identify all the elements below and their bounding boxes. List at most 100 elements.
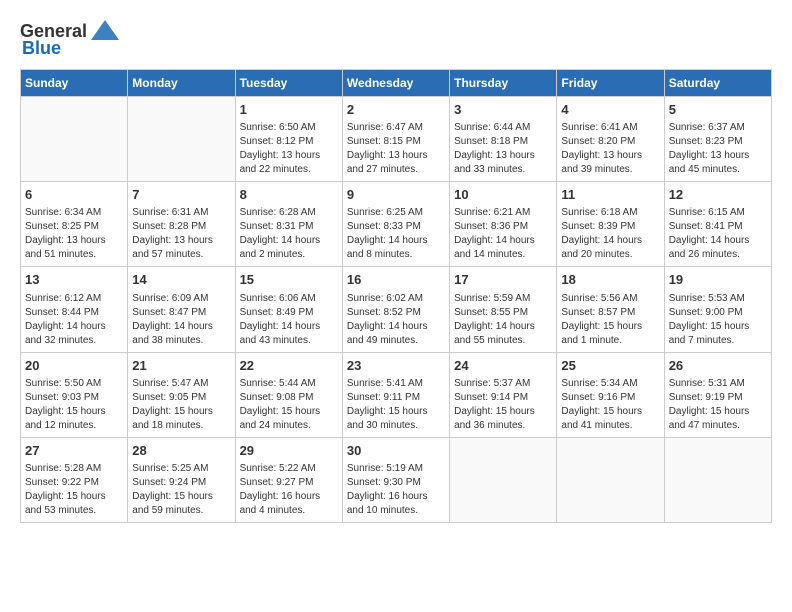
calendar-table: SundayMondayTuesdayWednesdayThursdayFrid…: [20, 69, 772, 523]
sunrise-text: Sunrise: 5:47 AM: [132, 378, 208, 389]
daylight-text: Daylight: 13 hours and 27 minutes.: [347, 150, 428, 175]
day-info: Sunrise: 5:28 AMSunset: 9:22 PMDaylight:…: [25, 462, 123, 518]
sunset-text: Sunset: 9:27 PM: [240, 477, 314, 488]
calendar-day-cell: 4Sunrise: 6:41 AMSunset: 8:20 PMDaylight…: [557, 97, 664, 182]
calendar-day-cell: [557, 437, 664, 522]
day-number: 28: [132, 442, 230, 460]
daylight-text: Daylight: 14 hours and 55 minutes.: [454, 321, 535, 346]
sunset-text: Sunset: 9:05 PM: [132, 392, 206, 403]
calendar-day-cell: 7Sunrise: 6:31 AMSunset: 8:28 PMDaylight…: [128, 182, 235, 267]
sunrise-text: Sunrise: 5:41 AM: [347, 378, 423, 389]
calendar-header-thursday: Thursday: [450, 70, 557, 97]
sunrise-text: Sunrise: 6:50 AM: [240, 122, 316, 133]
day-info: Sunrise: 5:19 AMSunset: 9:30 PMDaylight:…: [347, 462, 445, 518]
day-number: 11: [561, 186, 659, 204]
daylight-text: Daylight: 15 hours and 24 minutes.: [240, 406, 321, 431]
daylight-text: Daylight: 13 hours and 45 minutes.: [669, 150, 750, 175]
day-info: Sunrise: 6:50 AMSunset: 8:12 PMDaylight:…: [240, 121, 338, 177]
day-number: 26: [669, 357, 767, 375]
calendar-day-cell: [128, 97, 235, 182]
sunrise-text: Sunrise: 5:31 AM: [669, 378, 745, 389]
calendar-day-cell: 8Sunrise: 6:28 AMSunset: 8:31 PMDaylight…: [235, 182, 342, 267]
day-number: 25: [561, 357, 659, 375]
sunset-text: Sunset: 8:12 PM: [240, 136, 314, 147]
daylight-text: Daylight: 14 hours and 20 minutes.: [561, 235, 642, 260]
day-number: 15: [240, 271, 338, 289]
daylight-text: Daylight: 15 hours and 1 minute.: [561, 321, 642, 346]
sunrise-text: Sunrise: 6:41 AM: [561, 122, 637, 133]
day-info: Sunrise: 6:28 AMSunset: 8:31 PMDaylight:…: [240, 206, 338, 262]
sunset-text: Sunset: 8:39 PM: [561, 221, 635, 232]
logo-blue: Blue: [22, 38, 61, 59]
sunrise-text: Sunrise: 5:34 AM: [561, 378, 637, 389]
calendar-header-friday: Friday: [557, 70, 664, 97]
daylight-text: Daylight: 13 hours and 57 minutes.: [132, 235, 213, 260]
calendar-header-sunday: Sunday: [21, 70, 128, 97]
daylight-text: Daylight: 13 hours and 39 minutes.: [561, 150, 642, 175]
calendar-day-cell: 26Sunrise: 5:31 AMSunset: 9:19 PMDayligh…: [664, 352, 771, 437]
day-number: 23: [347, 357, 445, 375]
calendar-day-cell: 27Sunrise: 5:28 AMSunset: 9:22 PMDayligh…: [21, 437, 128, 522]
logo: General Blue: [20, 20, 119, 59]
calendar-day-cell: 1Sunrise: 6:50 AMSunset: 8:12 PMDaylight…: [235, 97, 342, 182]
calendar-header-tuesday: Tuesday: [235, 70, 342, 97]
calendar-day-cell: 12Sunrise: 6:15 AMSunset: 8:41 PMDayligh…: [664, 182, 771, 267]
sunrise-text: Sunrise: 6:18 AM: [561, 207, 637, 218]
sunrise-text: Sunrise: 6:44 AM: [454, 122, 530, 133]
daylight-text: Daylight: 15 hours and 30 minutes.: [347, 406, 428, 431]
day-info: Sunrise: 5:50 AMSunset: 9:03 PMDaylight:…: [25, 377, 123, 433]
sunset-text: Sunset: 8:49 PM: [240, 307, 314, 318]
sunrise-text: Sunrise: 6:02 AM: [347, 293, 423, 304]
sunrise-text: Sunrise: 5:22 AM: [240, 463, 316, 474]
day-info: Sunrise: 5:56 AM Sunset: 8:57 PM Daylight:…: [561, 292, 659, 348]
day-number: 19: [669, 271, 767, 289]
day-number: 21: [132, 357, 230, 375]
sunset-text: Sunset: 8:33 PM: [347, 221, 421, 232]
page-header: General Blue: [20, 20, 772, 59]
calendar-day-cell: 6Sunrise: 6:34 AMSunset: 8:25 PMDaylight…: [21, 182, 128, 267]
calendar-week-row: 13Sunrise: 6:12 AMSunset: 8:44 PMDayligh…: [21, 267, 772, 352]
day-info: Sunrise: 6:41 AM Sunset: 8:20 PM Daylight:…: [561, 121, 659, 177]
day-info: Sunrise: 6:06 AMSunset: 8:49 PMDaylight:…: [240, 292, 338, 348]
sunset-text: Sunset: 9:24 PM: [132, 477, 206, 488]
day-number: 12: [669, 186, 767, 204]
day-info: Sunrise: 6:47 AMSunset: 8:15 PMDaylight:…: [347, 121, 445, 177]
sunset-text: Sunset: 8:23 PM: [669, 136, 743, 147]
sunset-text: Sunset: 8:20 PM: [561, 136, 635, 147]
sunset-text: Sunset: 9:11 PM: [347, 392, 420, 403]
calendar-day-cell: 14Sunrise: 6:09 AMSunset: 8:47 PMDayligh…: [128, 267, 235, 352]
daylight-text: Daylight: 15 hours and 12 minutes.: [25, 406, 106, 431]
day-info: Sunrise: 6:44 AMSunset: 8:18 PMDaylight:…: [454, 121, 552, 177]
sunrise-text: Sunrise: 6:47 AM: [347, 122, 423, 133]
sunrise-text: Sunrise: 6:34 AM: [25, 207, 101, 218]
calendar-day-cell: 22Sunrise: 5:44 AMSunset: 9:08 PMDayligh…: [235, 352, 342, 437]
daylight-text: Daylight: 14 hours and 32 minutes.: [25, 321, 106, 346]
day-number: 16: [347, 271, 445, 289]
day-number: 24: [454, 357, 552, 375]
sunset-text: Sunset: 9:16 PM: [561, 392, 635, 403]
sunset-text: Sunset: 8:18 PM: [454, 136, 528, 147]
daylight-text: Daylight: 16 hours and 10 minutes.: [347, 491, 428, 516]
day-info: Sunrise: 5:47 AMSunset: 9:05 PMDaylight:…: [132, 377, 230, 433]
calendar-header-saturday: Saturday: [664, 70, 771, 97]
sunset-text: Sunset: 8:57 PM: [561, 307, 635, 318]
sunrise-text: Sunrise: 5:56 AM: [561, 293, 637, 304]
daylight-text: Daylight: 15 hours and 36 minutes.: [454, 406, 535, 431]
day-number: 14: [132, 271, 230, 289]
calendar-week-row: 6Sunrise: 6:34 AMSunset: 8:25 PMDaylight…: [21, 182, 772, 267]
sunset-text: Sunset: 8:47 PM: [132, 307, 206, 318]
sunrise-text: Sunrise: 6:37 AM: [669, 122, 745, 133]
daylight-text: Daylight: 15 hours and 47 minutes.: [669, 406, 750, 431]
day-number: 9: [347, 186, 445, 204]
calendar-day-cell: 18Sunrise: 5:56 AMSunset: 8:57 PMDayligh…: [557, 267, 664, 352]
sunrise-text: Sunrise: 6:12 AM: [25, 293, 101, 304]
sunset-text: Sunset: 8:44 PM: [25, 307, 99, 318]
calendar-header-monday: Monday: [128, 70, 235, 97]
day-info: Sunrise: 5:44 AMSunset: 9:08 PMDaylight:…: [240, 377, 338, 433]
calendar-day-cell: 9Sunrise: 6:25 AMSunset: 8:33 PMDaylight…: [342, 182, 449, 267]
sunset-text: Sunset: 9:00 PM: [669, 307, 743, 318]
calendar-day-cell: 2Sunrise: 6:47 AMSunset: 8:15 PMDaylight…: [342, 97, 449, 182]
calendar-day-cell: 15 Sunrise: 6:06 AMSunset: 8:49 PMDayligh…: [235, 267, 342, 352]
sunrise-text: Sunrise: 5:25 AM: [132, 463, 208, 474]
calendar-day-cell: 10Sunrise: 6:21 AMSunset: 8:36 PMDayligh…: [450, 182, 557, 267]
